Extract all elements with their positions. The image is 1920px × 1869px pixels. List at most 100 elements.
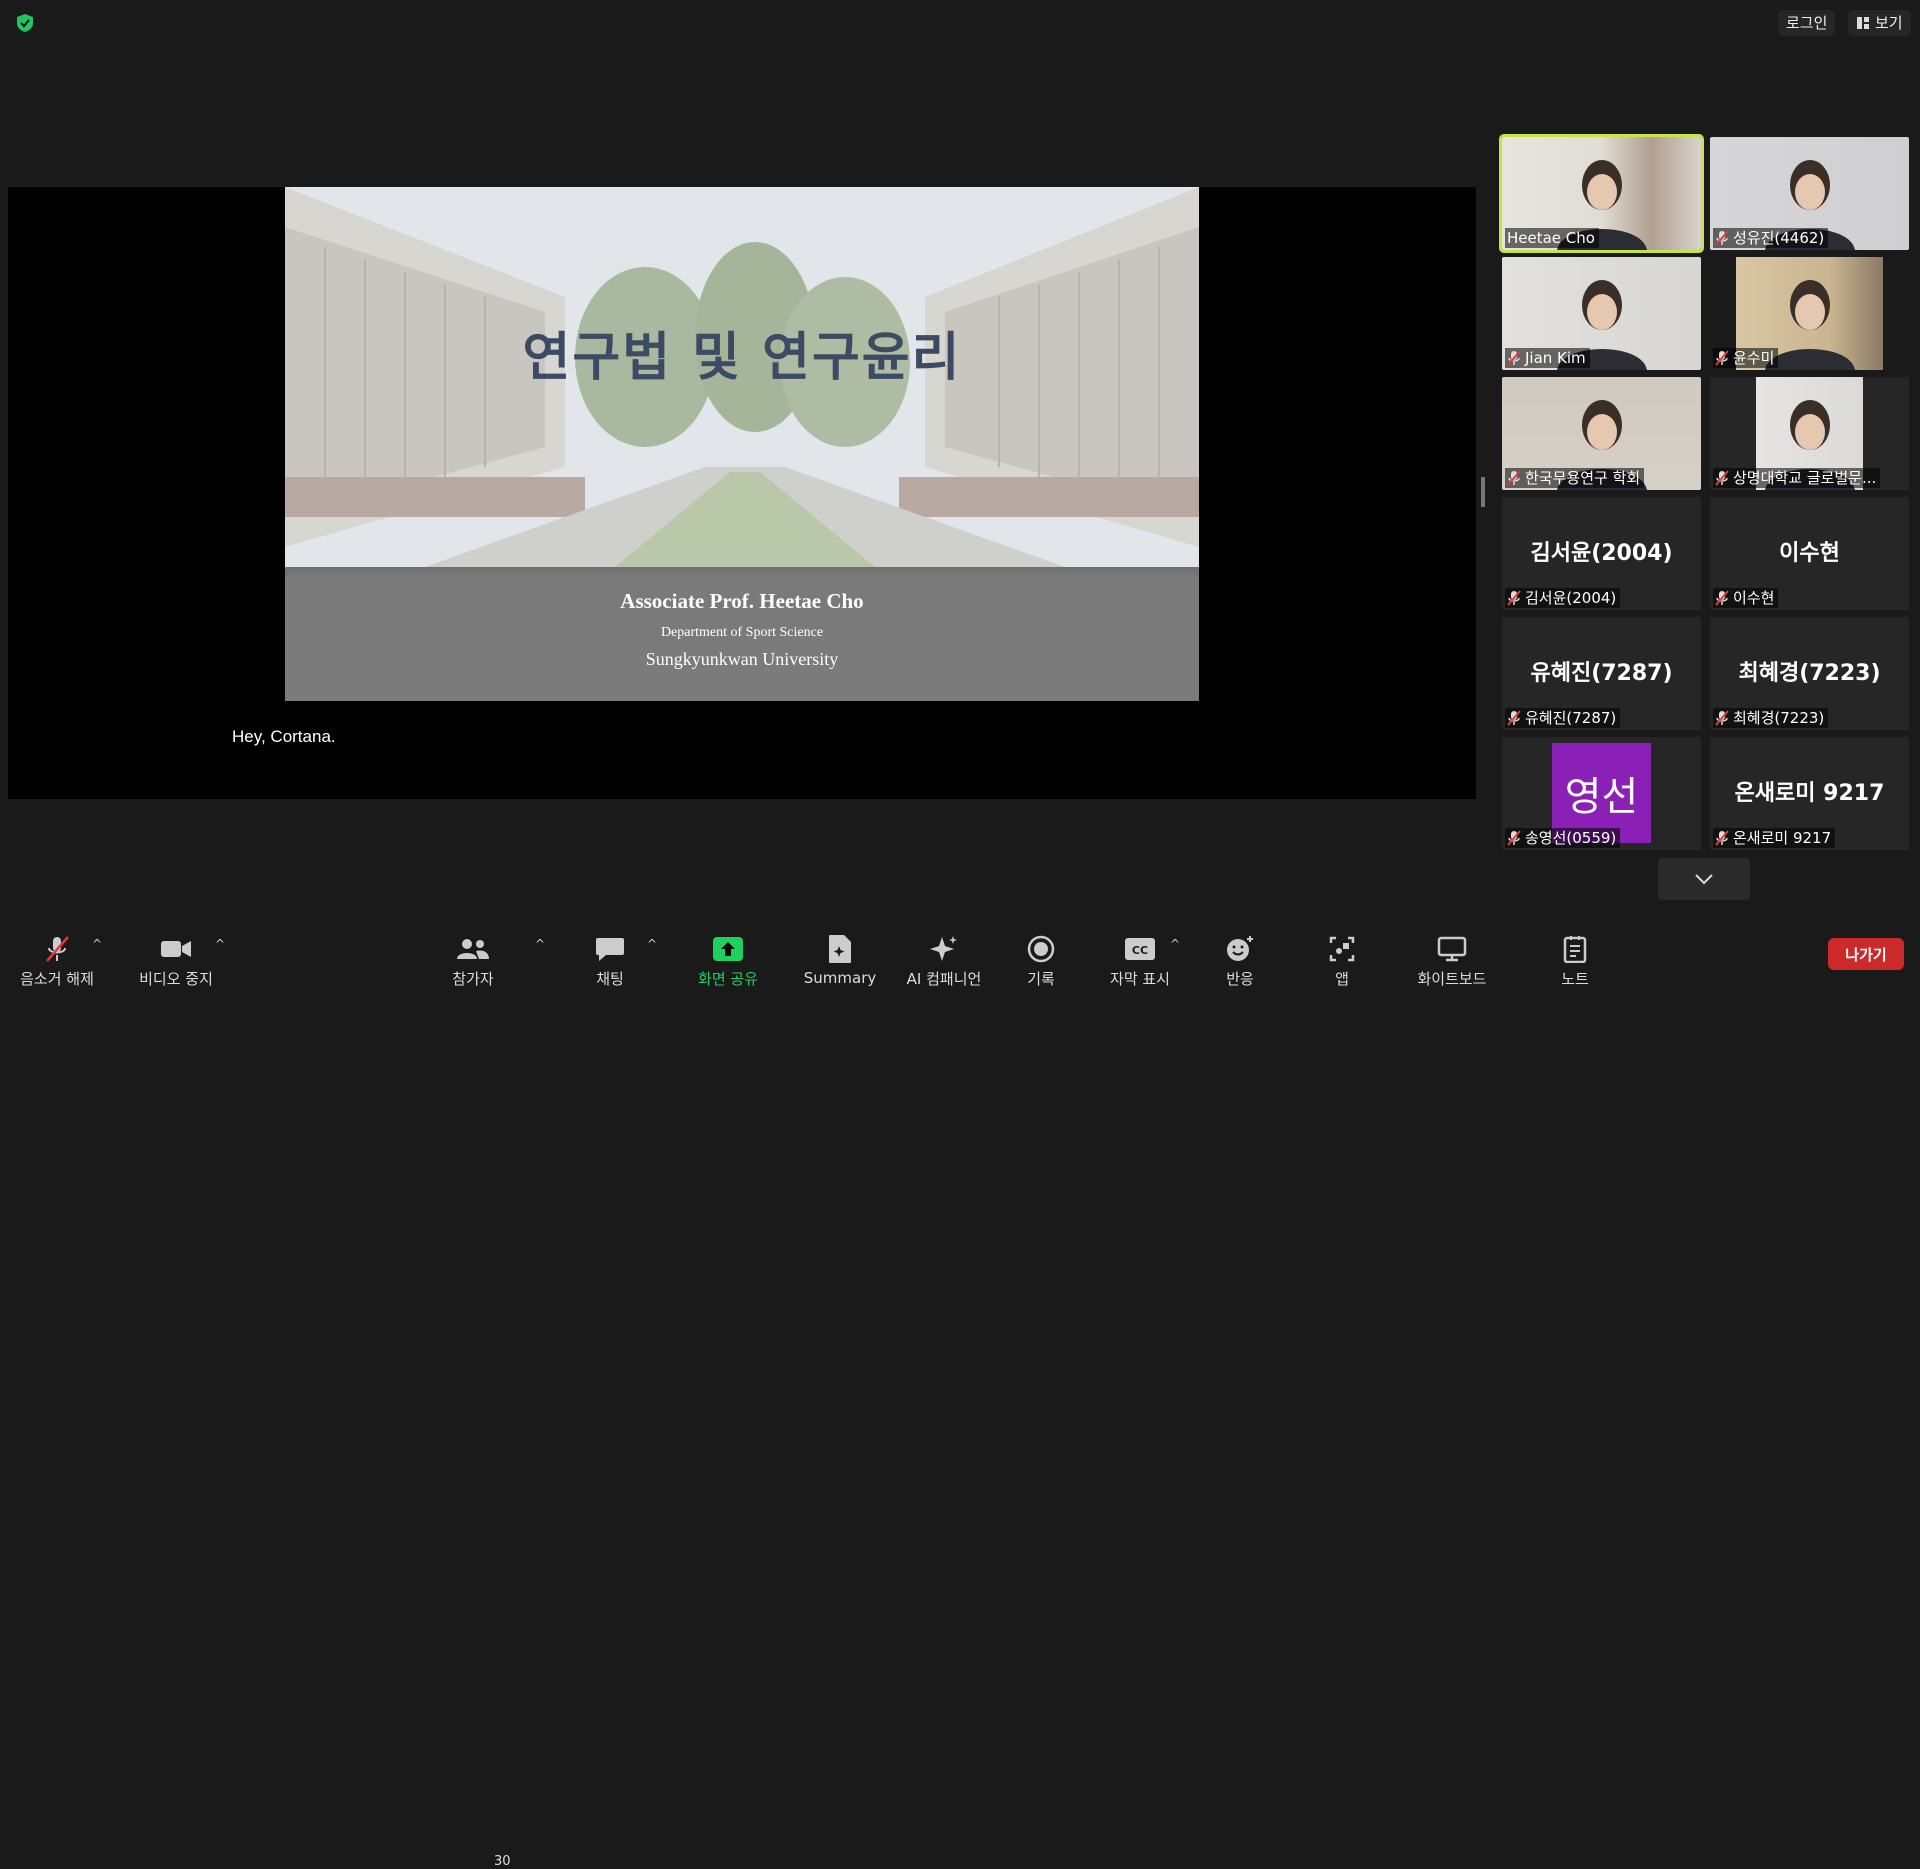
mic-muted-icon [1715,230,1729,246]
gallery-next-page-button[interactable] [1658,858,1750,900]
notes-icon [1563,935,1587,963]
participants-icon [457,938,489,959]
slide-university: Sungkyunkwan University [645,649,839,669]
captions-button[interactable]: CC 자막 표시 [1102,917,1178,989]
participant-name-tag: 유혜진(7287) [1505,708,1621,728]
login-label: 로그인 [1786,14,1828,32]
mic-muted-icon [1507,830,1521,846]
captions-options-caret[interactable]: ^ [1170,937,1180,951]
chat-label: 채팅 [596,970,624,988]
participant-name: Heetae Cho [1507,229,1595,247]
mic-muted-icon [1507,470,1521,486]
slide-presenter: Associate Prof. Heetae Cho [620,589,864,613]
whiteboard-icon [1437,936,1467,961]
chat-button[interactable]: 채팅 [580,917,640,989]
participant-name: Jian Kim [1525,349,1586,367]
participant-name: 이수현 [1733,589,1775,607]
participants-label: 참가자 [452,970,494,988]
participant-tile[interactable]: 영선 송영선(0559) [1502,737,1701,850]
shared-screen[interactable]: 연구법 및 연구윤리 Associate Prof. Heetae Cho De… [8,187,1476,799]
apps-label: 앱 [1335,970,1349,988]
participant-name-tag: 한국무용연구 학회 [1505,468,1645,488]
leave-meeting-button[interactable]: 나가기 [1828,938,1904,970]
stop-video-label: 비디오 중지 [139,970,213,988]
participant-display-name: 김서윤(2004) [1530,541,1673,566]
participant-display-name: 이수현 [1779,541,1840,566]
participant-name: 최혜경(7223) [1733,709,1825,727]
security-shield-icon[interactable] [14,12,36,34]
participant-name-tag: 이수현 [1713,588,1779,608]
stop-video-button[interactable]: 비디오 중지 [128,917,224,989]
slide-department: Department of Sport Science [660,625,824,640]
slide-footer: Associate Prof. Heetae Cho Department of… [285,567,1199,701]
participant-name: 온새로미 9217 [1733,829,1832,847]
reactions-label: 반응 [1226,970,1254,988]
reactions-button[interactable]: 반응 [1220,917,1260,989]
participant-name-tag: 윤수미 [1713,348,1779,368]
participant-name-tag: Jian Kim [1505,348,1590,368]
participant-tile[interactable]: 윤수미 [1710,257,1909,370]
participant-name: 김서윤(2004) [1525,589,1617,607]
ai-sparkle-icon [930,935,957,961]
whiteboard-button[interactable]: 화이트보드 [1408,917,1496,989]
participant-name: 한국무용연구 학회 [1525,469,1641,487]
mic-muted-icon [1507,590,1521,606]
participant-tile[interactable]: Jian Kim [1502,257,1701,370]
captions-label: 자막 표시 [1110,970,1170,988]
participant-tile[interactable]: 성유진(4462) [1710,137,1909,250]
unmute-button[interactable]: 음소거 해제 [14,917,100,989]
record-button[interactable]: 기록 [1016,917,1066,989]
view-button[interactable]: 보기 [1848,10,1911,36]
video-options-caret[interactable]: ^ [215,937,225,951]
slide-title: 연구법 및 연구윤리 [522,328,962,388]
panel-resize-handle[interactable] [1481,477,1485,507]
participant-tile[interactable]: 최혜경(7223) 최혜경(7223) [1710,617,1909,730]
participant-tile[interactable]: 이수현 이수현 [1710,497,1909,610]
share-screen-icon [713,936,743,961]
participant-tile[interactable]: Heetae Cho [1499,134,1704,253]
video-camera-icon [161,940,191,957]
participant-tile[interactable]: 김서윤(2004) 김서윤(2004) [1502,497,1701,610]
unmute-label: 음소거 해제 [20,970,94,988]
mic-muted-icon [1507,350,1521,366]
chat-options-caret[interactable]: ^ [647,937,657,951]
presentation-slide: 연구법 및 연구윤리 Associate Prof. Heetae Cho De… [285,187,1199,701]
participants-count: 30 [494,1854,511,1869]
record-label: 기록 [1027,970,1055,988]
ai-companion-label: AI 컴패니언 [906,970,982,988]
participant-tile[interactable]: 한국무용연구 학회 [1502,377,1701,490]
participant-name: 송영선(0559) [1525,829,1617,847]
participants-options-caret[interactable]: ^ [535,937,545,951]
ai-companion-button[interactable]: AI 컴패니언 [896,917,992,989]
participant-tile[interactable]: 온새로미 9217 온새로미 9217 [1710,737,1909,850]
participant-name-tag: 상명대학교 글로벌문... [1713,468,1881,488]
apps-button[interactable]: 앱 [1322,917,1362,989]
notes-button[interactable]: 노트 [1556,917,1594,989]
participant-name-tag: 성유진(4462) [1713,228,1829,248]
summary-button[interactable]: Summary [800,917,880,989]
chevron-down-icon [1695,874,1713,885]
notes-label: 노트 [1561,970,1589,988]
participant-name-tag: 온새로미 9217 [1713,828,1836,848]
mic-muted-icon [1715,350,1729,366]
login-button[interactable]: 로그인 [1778,10,1836,36]
svg-text:CC: CC [1132,944,1148,957]
participant-tile[interactable]: 유혜진(7287) 유혜진(7287) [1502,617,1701,730]
share-screen-label: 화면 공유 [698,970,758,988]
participants-button[interactable]: 참가자 [440,917,506,989]
participant-name: 유혜진(7287) [1525,709,1617,727]
live-caption: Hey, Cortana. [232,727,336,746]
meeting-toolbar: 음소거 해제 ^ 비디오 중지 ^ 참가자 30 ^ 채팅 ^ 화면 공유 Su… [0,917,1920,1869]
view-grid-icon [1857,17,1869,29]
participant-name-tag: Heetae Cho [1505,228,1599,248]
share-screen-button[interactable]: 화면 공유 [690,917,766,989]
participant-name-tag: 최혜경(7223) [1713,708,1829,728]
apps-icon [1329,936,1355,961]
mic-muted-icon [1715,590,1729,606]
audio-options-caret[interactable]: ^ [92,937,102,951]
whiteboard-label: 화이트보드 [1417,970,1487,988]
chat-icon [596,937,624,961]
closed-captions-icon: CC [1125,937,1155,960]
participant-tile[interactable]: 상명대학교 글로벌문... [1710,377,1909,490]
summary-document-icon [829,935,851,963]
